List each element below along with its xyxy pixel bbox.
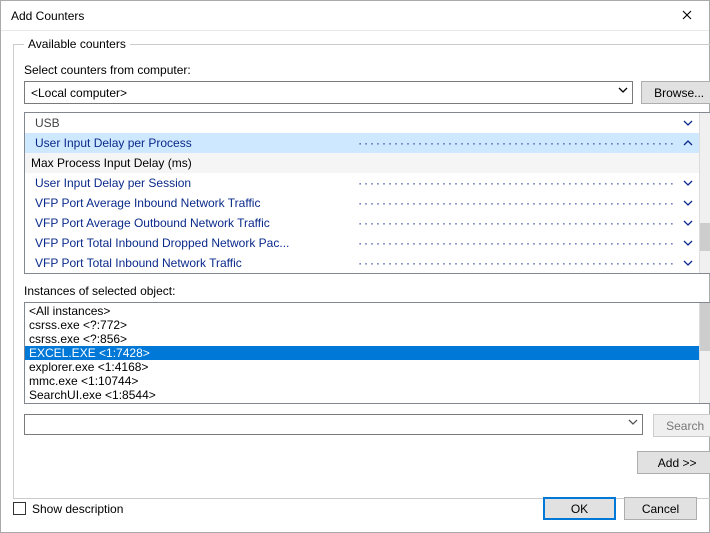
counter-object-list[interactable]: USB User Input Delay per Process ········… — [24, 112, 710, 274]
chevron-down-icon — [683, 258, 693, 268]
computer-combo-value: <Local computer> — [31, 86, 127, 100]
titlebar: Add Counters — [1, 1, 709, 31]
available-counters-group: Available counters Select counters from … — [13, 37, 710, 499]
instances-scrollbar[interactable] — [699, 303, 710, 403]
counter-item-label: VFP Port Average Outbound Network Traffi… — [35, 216, 354, 230]
chevron-down-icon — [683, 198, 693, 208]
select-computer-label: Select counters from computer: — [24, 63, 710, 77]
chevron-up-icon — [683, 138, 693, 148]
chevron-down-icon — [628, 417, 638, 427]
close-icon — [682, 9, 692, 23]
counter-item-label: VFP Port Total Inbound Dropped Network P… — [35, 236, 354, 250]
instance-item[interactable]: csrss.exe <?:772> — [25, 318, 699, 332]
available-counters-legend: Available counters — [24, 37, 130, 51]
window-title: Add Counters — [11, 9, 664, 23]
cancel-button[interactable]: Cancel — [624, 497, 697, 520]
counter-item-label: USB — [35, 116, 677, 130]
counter-subitem[interactable]: Max Process Input Delay (ms) — [25, 153, 699, 173]
counter-item-label: User Input Delay per Process — [35, 136, 354, 150]
chevron-down-icon — [683, 178, 693, 188]
scrollbar-thumb[interactable] — [700, 223, 710, 251]
chevron-down-icon — [618, 85, 628, 95]
counter-item-label: VFP Port Average Inbound Network Traffic — [35, 196, 354, 210]
chevron-down-icon — [683, 218, 693, 228]
counter-object-item[interactable]: VFP Port Average Outbound Network Traffi… — [25, 213, 699, 233]
checkbox-box — [13, 502, 26, 515]
add-counters-dialog: Add Counters Available counters Select c… — [0, 0, 710, 533]
close-button[interactable] — [664, 1, 709, 31]
computer-combo[interactable]: <Local computer> — [24, 81, 633, 104]
instance-item[interactable]: explorer.exe <1:4168> — [25, 360, 699, 374]
counter-item-label: User Input Delay per Session — [35, 176, 354, 190]
instances-list[interactable]: <All instances>csrss.exe <?:772>csrss.ex… — [24, 302, 710, 404]
counter-item-label: Max Process Input Delay (ms) — [31, 156, 693, 170]
counter-object-item[interactable]: USB — [25, 113, 699, 133]
scrollbar-thumb[interactable] — [700, 303, 710, 351]
counter-scrollbar[interactable] — [699, 113, 710, 273]
show-description-checkbox[interactable]: Show description — [13, 502, 123, 516]
counter-object-item[interactable]: User Input Delay per Process ···········… — [25, 133, 699, 153]
instance-item[interactable]: csrss.exe <?:856> — [25, 332, 699, 346]
instance-item[interactable]: <All instances> — [25, 304, 699, 318]
counter-object-item[interactable]: VFP Port Total Inbound Network Traffic ·… — [25, 253, 699, 273]
show-description-label: Show description — [32, 502, 123, 516]
chevron-down-icon — [683, 238, 693, 248]
counter-object-item[interactable]: VFP Port Total Inbound Dropped Network P… — [25, 233, 699, 253]
counter-object-item[interactable]: User Input Delay per Session ···········… — [25, 173, 699, 193]
add-button[interactable]: Add >> — [637, 451, 710, 474]
instance-item[interactable]: EXCEL.EXE <1:7428> — [25, 346, 699, 360]
instance-item[interactable]: mmc.exe <1:10744> — [25, 374, 699, 388]
browse-button[interactable]: Browse... — [641, 81, 710, 104]
ok-button[interactable]: OK — [543, 497, 616, 520]
search-button: Search — [653, 414, 710, 437]
counter-item-label: VFP Port Total Inbound Network Traffic — [35, 256, 354, 270]
chevron-down-icon — [683, 118, 693, 128]
instance-item[interactable]: ShellExperienceHost.exe <1:8420> — [25, 402, 699, 403]
instance-item[interactable]: SearchUI.exe <1:8544> — [25, 388, 699, 402]
counter-object-item[interactable]: VFP Port Average Inbound Network Traffic… — [25, 193, 699, 213]
instance-search-combo[interactable] — [24, 414, 643, 435]
instances-label: Instances of selected object: — [24, 284, 710, 298]
